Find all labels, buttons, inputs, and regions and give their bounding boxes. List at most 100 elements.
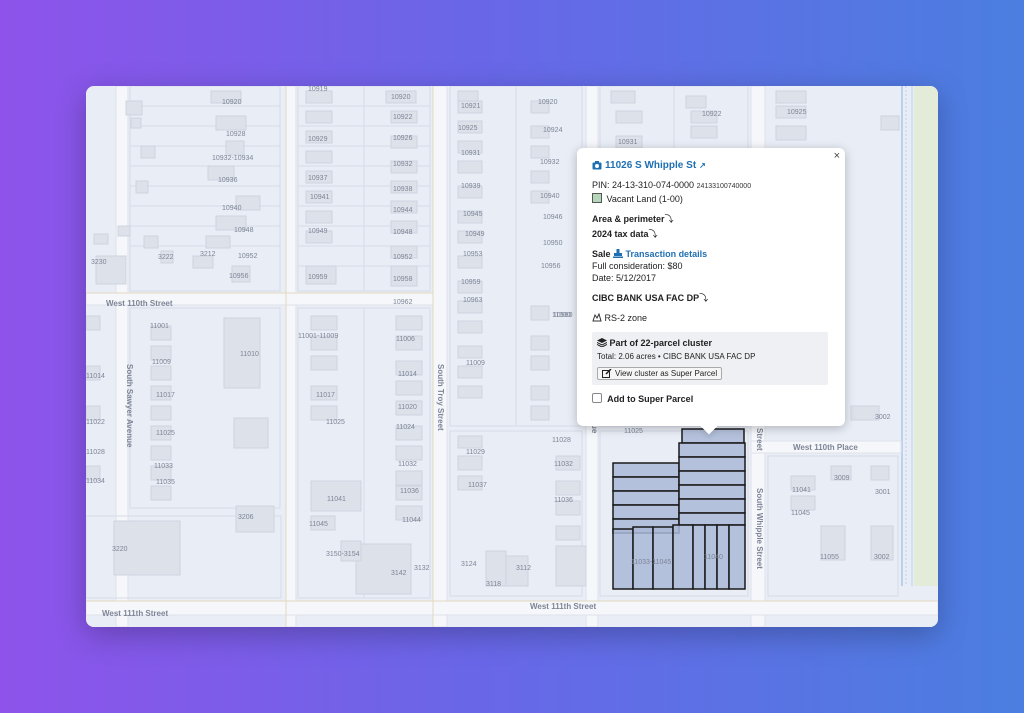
address-label: 3142 <box>391 570 407 577</box>
address-label: 3009 <box>834 475 850 482</box>
zone-icon <box>592 313 602 322</box>
address-label: 10940 <box>540 193 560 200</box>
address-label: 11033 <box>154 463 173 470</box>
cluster-panel: Part of 22-parcel cluster Total: 2.06 ac… <box>592 332 828 385</box>
street-label-west-111th-mid: West 111th Street <box>530 602 596 611</box>
address-label: 10940 <box>222 205 242 212</box>
address-label: 10932 <box>540 159 560 166</box>
street-label-whipple-top: Street <box>755 428 764 451</box>
layers-icon <box>597 338 607 347</box>
address-label: 10920 <box>391 94 411 101</box>
street-label-west-110th: West 110th Street <box>106 299 173 308</box>
address-label: 11041 <box>327 496 346 503</box>
address-label: 10939 <box>461 183 481 190</box>
view-cluster-button[interactable]: View cluster as Super Parcel <box>597 367 723 380</box>
add-to-super-parcel[interactable]: Add to Super Parcel <box>592 393 833 405</box>
address-label: 11035 <box>156 479 175 486</box>
address-label: 3206 <box>238 514 254 521</box>
address-label: 11001-11009 <box>298 333 338 340</box>
address-label: 11025 <box>326 419 345 426</box>
address-label: 11025 <box>156 430 175 437</box>
address-link[interactable]: 11026 S Whipple St <box>605 160 696 171</box>
address-label: 11037 <box>468 482 487 489</box>
zone: RS-2 zone <box>604 313 648 323</box>
address-label: 10946 <box>543 214 563 221</box>
address-label: 11017 <box>316 392 335 399</box>
address-label: 10929 <box>308 136 328 143</box>
address-label: 10956 <box>229 273 249 280</box>
address-label: 3002 <box>874 554 890 561</box>
address-label: 11022 <box>86 419 105 426</box>
full-consideration: Full consideration: $80 <box>592 261 683 271</box>
address-label: 11034 <box>86 478 105 485</box>
address-label: 3124 <box>461 561 477 568</box>
parcel-popup: × 11026 S Whipple St ↗ PIN: 24-13-310-07… <box>577 148 845 435</box>
address-label: 10938 <box>393 186 413 193</box>
address-label: 10945 <box>463 211 483 218</box>
address-label: 11006 <box>396 336 415 343</box>
sale-date: Date: 5/12/2017 <box>592 273 657 283</box>
address-label: 10937 <box>308 175 328 182</box>
address-label: 11045 <box>791 510 810 517</box>
address-label: 10921 <box>461 103 481 110</box>
add-to-super-parcel-checkbox[interactable] <box>592 393 602 403</box>
address-label: 10959 <box>461 279 481 286</box>
street-label-west-110th-place: West 110th Place <box>793 443 858 452</box>
address-label: 11028 <box>86 449 105 456</box>
street-label-south-sawyer: South Sawyer Avenue <box>125 364 134 448</box>
address-label: 3002 <box>875 414 891 421</box>
address-label: 11014 <box>86 373 105 380</box>
address-label: 11009 <box>466 360 485 367</box>
address-label: 10919 <box>308 86 328 93</box>
address-label: 10926 <box>393 135 413 142</box>
address-label: 10949 <box>465 231 485 238</box>
address-label: 11032 <box>398 461 417 468</box>
address-label: 11040 <box>704 554 723 561</box>
address-label: 11024 <box>396 424 415 431</box>
address-label: 10924 <box>543 127 563 134</box>
sale-label: Sale <box>592 249 611 259</box>
address-label: 3220 <box>112 546 128 553</box>
address-label: 3118 <box>486 581 501 588</box>
address-label: 11010 <box>240 351 259 358</box>
address-label: 10925 <box>787 109 807 116</box>
address-label: 10925 <box>458 125 478 132</box>
cluster-title: Part of 22-parcel cluster <box>609 338 713 348</box>
address-label: 11020 <box>398 404 417 411</box>
popup-title[interactable]: 11026 S Whipple St ↗ <box>592 160 833 171</box>
land-use-swatch <box>592 193 602 203</box>
address-label: 11033-11045 <box>631 559 671 566</box>
address-label: 10941 <box>310 194 330 201</box>
address-label: 11017 <box>156 392 175 399</box>
address-label: 3112 <box>516 565 531 572</box>
stamp-icon <box>613 249 624 258</box>
external-link-icon[interactable]: ↗ <box>699 161 706 170</box>
address-label: 10958 <box>393 276 413 283</box>
street-label-south-whipple: South Whipple Street <box>755 488 764 569</box>
address-label: 10959 <box>308 274 328 281</box>
tax-data-toggle[interactable]: 2024 tax data⤵ <box>592 228 833 240</box>
address-label: 10949 <box>308 228 328 235</box>
address-label: 10956 <box>541 263 561 270</box>
address-label: 11000 <box>552 312 571 319</box>
address-label: 10920 <box>222 99 242 106</box>
expand-arrow-icon: ⤵ <box>648 229 658 239</box>
address-label: 11055 <box>820 554 839 561</box>
close-button[interactable]: × <box>834 150 840 162</box>
transaction-details-link[interactable]: Transaction details <box>626 249 708 259</box>
street-label-west-111th-left: West 111th Street <box>102 609 168 618</box>
land-use: Vacant Land (1-00) <box>606 194 683 204</box>
address-label: 10963 <box>463 297 483 304</box>
address-label: 10928 <box>226 131 246 138</box>
area-perimeter-toggle[interactable]: Area & perimeter⤵ <box>592 213 833 225</box>
address-label: 3212 <box>200 251 216 258</box>
owner-toggle[interactable]: CIBC BANK USA FAC DP⤵ <box>592 292 833 304</box>
address-label: 10931 <box>461 150 481 157</box>
expand-arrow-icon: ⤵ <box>699 293 709 303</box>
address-label: 11045 <box>309 521 328 528</box>
camera-icon <box>592 161 602 170</box>
address-label: 10953 <box>463 251 483 258</box>
address-label: 11036 <box>554 497 573 504</box>
app-window: West 110th Street West 111th Street West… <box>86 86 938 627</box>
edit-icon <box>602 369 612 378</box>
